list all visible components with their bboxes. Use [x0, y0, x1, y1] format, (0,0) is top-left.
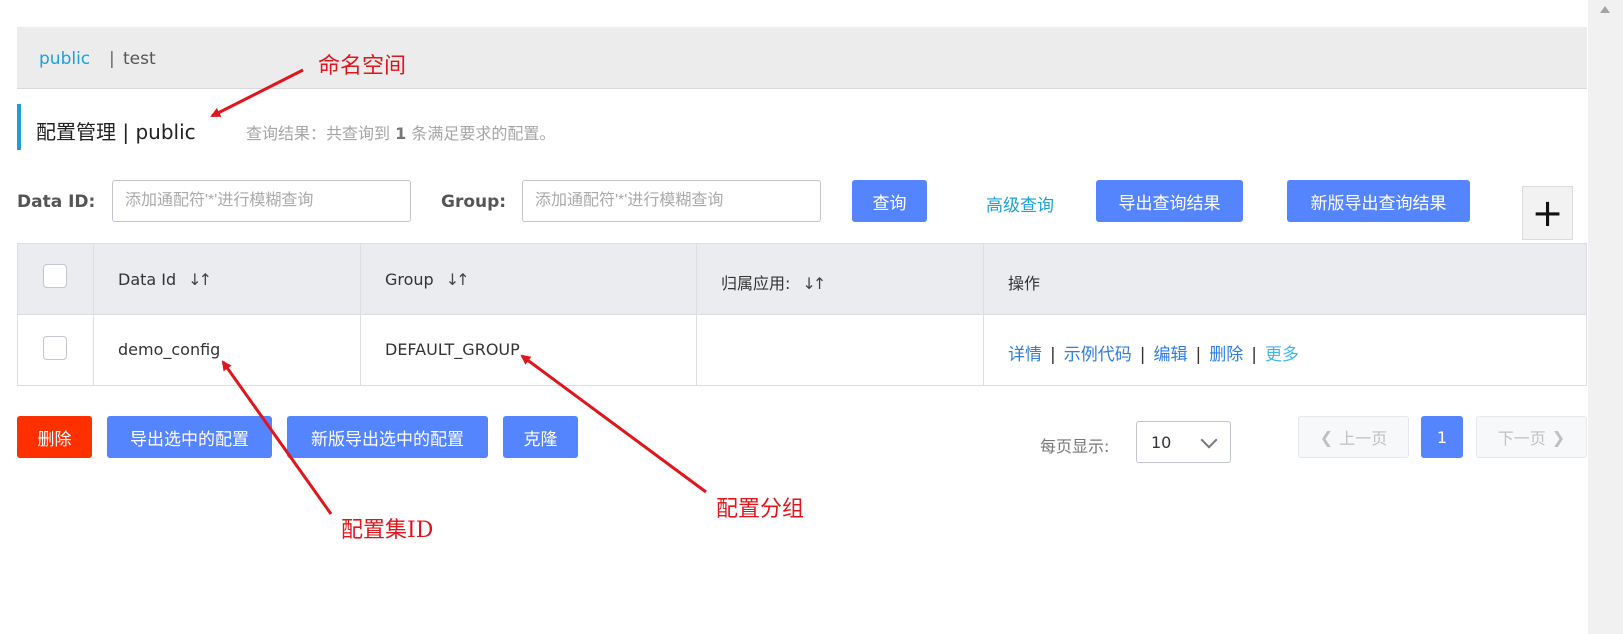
- edit-link[interactable]: 编辑: [1153, 345, 1187, 365]
- op-separator: |: [1251, 345, 1257, 365]
- header-app-label: 归属应用:: [721, 274, 791, 293]
- scroll-up-arrow-icon[interactable]: [1600, 6, 1610, 13]
- header-app[interactable]: 归属应用: ↓↑: [721, 270, 826, 294]
- namespace-test[interactable]: test: [123, 49, 156, 69]
- detail-link[interactable]: 详情: [1008, 345, 1042, 365]
- row-operations: 详情 | 示例代码 | 编辑 | 删除 | 更多: [1008, 340, 1299, 365]
- sort-icon[interactable]: ↓↑: [188, 270, 212, 289]
- export-selected-button[interactable]: 导出选中的配置: [107, 416, 272, 458]
- query-result-prefix: 查询结果：共查询到: [246, 124, 391, 143]
- group-label: Group:: [441, 192, 507, 212]
- cell-group: DEFAULT_GROUP: [385, 340, 520, 359]
- per-page-label: 每页显示:: [1040, 437, 1110, 456]
- annotation-namespace: 命名空间: [318, 54, 407, 79]
- per-page-value: 10: [1151, 433, 1172, 452]
- table-header: Data Id ↓↑ Group ↓↑ 归属应用: ↓↑ 操作: [18, 244, 1586, 315]
- config-management-page: public | test 配置管理 | public 查询结果：共查询到 1 …: [0, 0, 1623, 634]
- page-1-button[interactable]: 1: [1421, 416, 1463, 458]
- header-group[interactable]: Group ↓↑: [385, 270, 470, 289]
- op-separator: |: [1195, 345, 1202, 365]
- table-row: demo_config DEFAULT_GROUP 详情 | 示例代码 | 编辑 | 删除 |…: [18, 315, 1586, 385]
- chevron-left-icon: ❮: [1319, 427, 1334, 447]
- header-data-id[interactable]: Data Id ↓↑: [118, 270, 212, 289]
- clone-button[interactable]: 克隆: [503, 416, 578, 458]
- query-button[interactable]: 查询: [852, 180, 927, 222]
- annotation-data-id: 配置集ID: [341, 518, 434, 543]
- new-export-query-result-button[interactable]: 新版导出查询结果: [1287, 180, 1470, 222]
- title-accent-bar: [17, 104, 21, 150]
- namespace-bar: public | test: [17, 27, 1587, 89]
- next-page-label: 下一页: [1497, 429, 1546, 448]
- advanced-query-link[interactable]: 高级查询: [986, 191, 1054, 216]
- chevron-right-icon: ❯: [1551, 427, 1566, 447]
- delete-link[interactable]: 删除: [1209, 345, 1243, 365]
- annotation-group: 配置分组: [716, 497, 805, 522]
- namespace-public[interactable]: public: [39, 49, 90, 69]
- query-result-summary: 查询结果：共查询到 1 条满足要求的配置。: [246, 120, 555, 144]
- column-divider: [360, 244, 361, 385]
- column-divider: [93, 244, 94, 385]
- query-result-count: 1: [395, 124, 407, 143]
- query-result-suffix: 条满足要求的配置。: [411, 124, 556, 143]
- chevron-down-icon: [1200, 431, 1218, 449]
- sort-icon[interactable]: ↓↑: [802, 274, 826, 293]
- sort-icon[interactable]: ↓↑: [446, 270, 470, 289]
- new-export-selected-button[interactable]: 新版导出选中的配置: [287, 416, 488, 458]
- sample-code-link[interactable]: 示例代码: [1064, 345, 1132, 365]
- select-all-checkbox[interactable]: [43, 264, 67, 288]
- next-page-button[interactable]: 下一页 ❯: [1476, 416, 1587, 458]
- vertical-scrollbar[interactable]: [1588, 0, 1623, 634]
- per-page-select[interactable]: 10: [1136, 421, 1231, 463]
- row-checkbox[interactable]: [43, 336, 67, 360]
- config-table: Data Id ↓↑ Group ↓↑ 归属应用: ↓↑ 操作 demo_config…: [17, 243, 1587, 386]
- page-title: 配置管理 | public: [36, 120, 196, 144]
- op-separator: |: [1139, 345, 1146, 365]
- group-input[interactable]: [522, 180, 821, 222]
- column-divider: [696, 244, 697, 385]
- prev-page-button[interactable]: ❮ 上一页: [1298, 416, 1409, 458]
- column-divider: [983, 244, 984, 385]
- data-id-input[interactable]: [112, 180, 411, 222]
- add-config-plus-icon[interactable]: +: [1522, 186, 1573, 240]
- prev-page-label: 上一页: [1339, 429, 1388, 448]
- more-link[interactable]: 更多: [1265, 345, 1299, 365]
- export-query-result-button[interactable]: 导出查询结果: [1096, 180, 1243, 222]
- cell-data-id: demo_config: [118, 340, 221, 359]
- header-group-label: Group: [385, 270, 434, 289]
- namespace-separator: |: [109, 49, 115, 69]
- header-data-id-label: Data Id: [118, 270, 177, 289]
- data-id-label: Data ID:: [17, 192, 96, 212]
- bulk-delete-button[interactable]: 删除: [17, 416, 92, 458]
- op-separator: |: [1050, 345, 1056, 365]
- header-operations: 操作: [1008, 274, 1041, 293]
